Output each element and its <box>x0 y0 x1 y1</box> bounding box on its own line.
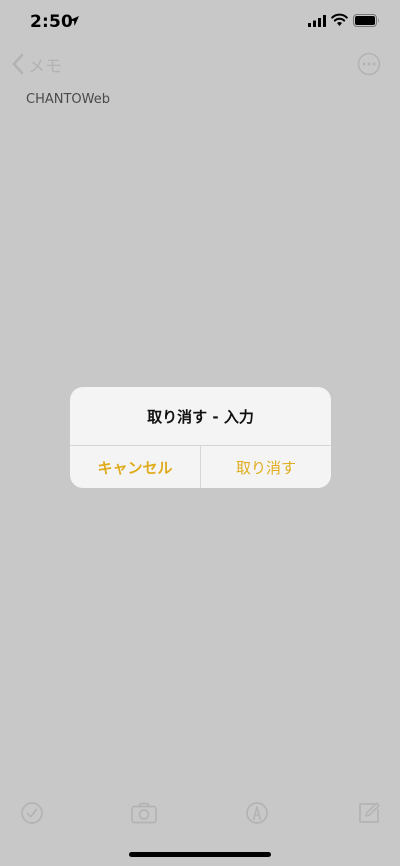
status-time: 2:50 <box>30 12 74 32</box>
checklist-icon[interactable] <box>19 800 45 826</box>
cancel-button[interactable]: キャンセル <box>70 446 200 488</box>
camera-icon[interactable] <box>130 800 158 826</box>
alert-title: 取り消す - 入力 <box>147 407 254 426</box>
chevron-left-icon <box>12 53 24 75</box>
markup-pen-icon[interactable] <box>244 800 270 826</box>
status-bar: 2:50 <box>0 0 400 44</box>
undo-button[interactable]: 取り消す <box>201 446 331 488</box>
compose-icon[interactable] <box>356 800 382 826</box>
wifi-icon <box>331 13 348 26</box>
cellular-signal-icon <box>308 15 326 27</box>
back-button-label: メモ <box>28 56 62 77</box>
note-body-text[interactable]: CHANTOWeb <box>26 92 110 107</box>
home-indicator[interactable] <box>129 852 271 857</box>
ellipsis-circle-icon[interactable] <box>357 52 381 76</box>
battery-icon <box>353 14 379 27</box>
location-arrow-icon <box>69 16 79 26</box>
back-button[interactable]: メモ <box>10 50 62 78</box>
undo-alert-dialog: 取り消す - 入力 キャンセル 取り消す <box>70 387 331 488</box>
